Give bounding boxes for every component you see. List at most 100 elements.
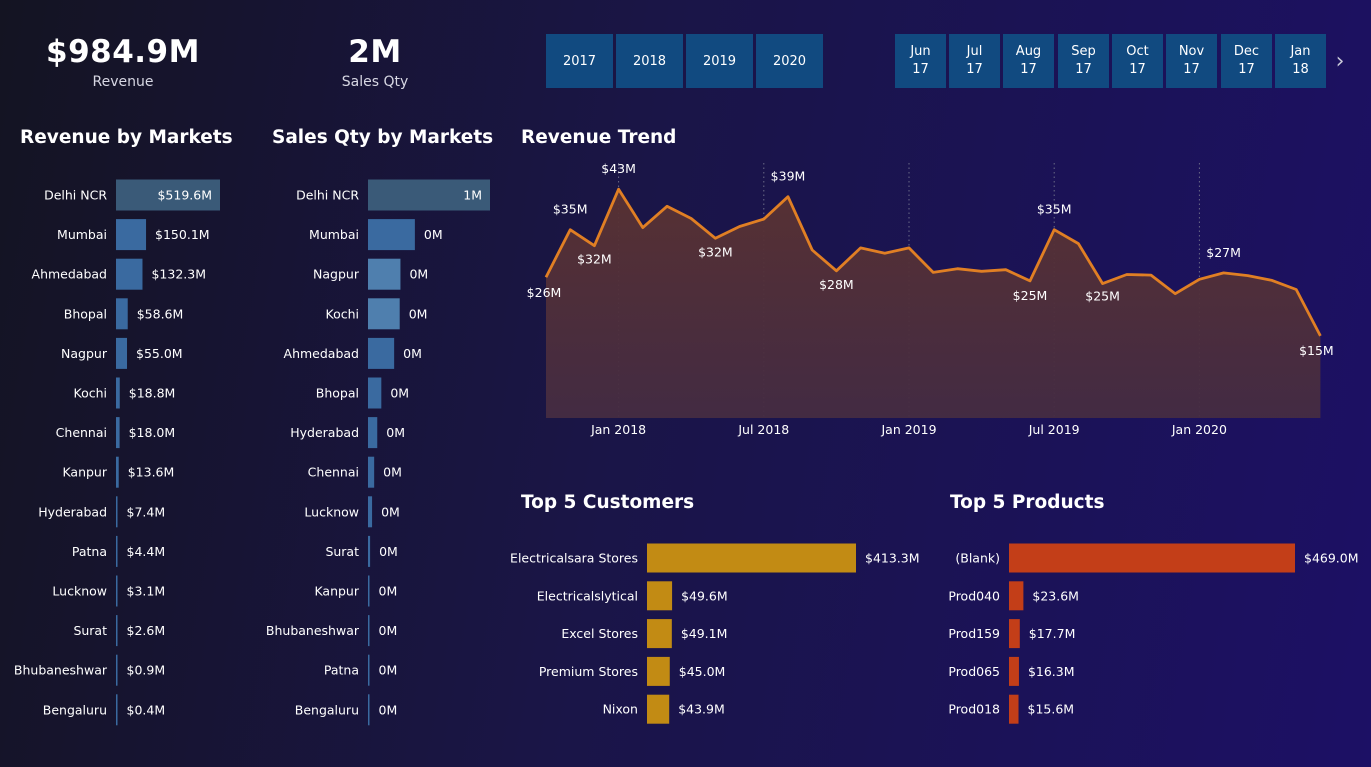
revenue-markets-bar-kochi bbox=[116, 377, 120, 409]
revenue-markets-data-label-patna: $4.4M bbox=[127, 544, 166, 559]
revenue-markets-bar-chennai bbox=[116, 417, 120, 449]
customers-data-label-electricalslytical: $49.6M bbox=[681, 588, 728, 603]
revenue-markets-category-label-kanpur: Kanpur bbox=[62, 465, 107, 480]
trend-data-label-12: $28M bbox=[819, 277, 854, 292]
products-category-label-prod159: Prod159 bbox=[948, 626, 1000, 641]
trend-x-tick-jan-2019: Jan 2019 bbox=[880, 422, 936, 437]
revenue-markets-data-label-bhubaneshwar: $0.9M bbox=[127, 663, 166, 678]
trend-x-tick-jan-2020: Jan 2020 bbox=[1171, 422, 1227, 437]
revenue-markets-data-label-ahmedabad: $132.3M bbox=[151, 267, 206, 282]
revenue-markets-data-label-surat: $2.6M bbox=[127, 623, 166, 638]
revenue-markets-bar-bengaluru bbox=[116, 694, 118, 726]
revenue-markets-bar-surat bbox=[116, 615, 118, 647]
salesqty-markets-category-label-bengaluru: Bengaluru bbox=[295, 702, 359, 717]
revenue-markets-bar-patna bbox=[116, 535, 118, 567]
products-category-label-prod040: Prod040 bbox=[948, 588, 1000, 603]
revenue-markets-bar-ahmedabad bbox=[116, 258, 143, 290]
customers-bar-premium-stores bbox=[647, 656, 670, 686]
charts-canvas: Delhi NCR $519.6M Mumbai $150.1M Ahmedabad $1… bbox=[14, 161, 1359, 726]
products-data-label-prod018: $15.6M bbox=[1028, 702, 1075, 717]
salesqty-markets-bar-bengaluru bbox=[368, 694, 370, 726]
salesqty-markets-data-label-bhopal: 0M bbox=[390, 386, 409, 401]
salesqty-markets-bar-kanpur bbox=[368, 575, 370, 607]
revenue-markets-category-label-chennai: Chennai bbox=[56, 425, 107, 440]
products-data-label-prod065: $16.3M bbox=[1028, 664, 1075, 679]
revenue-markets-category-label-patna: Patna bbox=[72, 544, 107, 559]
trend-data-label-1: $35M bbox=[553, 202, 588, 217]
revenue-markets-category-label-bhopal: Bhopal bbox=[64, 306, 107, 321]
salesqty-markets-category-label-chennai: Chennai bbox=[308, 465, 359, 480]
products-bar-prod018 bbox=[1009, 694, 1019, 724]
customers-bar-excel-stores bbox=[647, 619, 672, 649]
customers-category-label-electricalslytical: Electricalslytical bbox=[537, 588, 638, 603]
revenue-markets-category-label-mumbai: Mumbai bbox=[57, 227, 107, 242]
revenue-markets-category-label-delhi-ncr: Delhi NCR bbox=[44, 188, 107, 203]
products-bar-blank bbox=[1009, 543, 1295, 573]
salesqty-markets-data-label-ahmedabad: 0M bbox=[403, 346, 422, 361]
customers-bar-electricalsara-stores bbox=[647, 543, 856, 573]
trend-data-label-28: $27M bbox=[1206, 245, 1241, 260]
customers-category-label-premium-stores: Premium Stores bbox=[539, 664, 638, 679]
trend-area-fill bbox=[546, 189, 1321, 418]
products-data-label-prod040: $23.6M bbox=[1032, 588, 1079, 603]
salesqty-markets-category-label-surat: Surat bbox=[325, 544, 359, 559]
customers-data-label-nixon: $43.9M bbox=[678, 702, 725, 717]
salesqty-markets-bar-lucknow bbox=[368, 496, 373, 528]
trend-x-tick-jul-2018: Jul 2018 bbox=[737, 422, 789, 437]
revenue-markets-data-label-delhi-ncr: $519.6M bbox=[157, 188, 212, 203]
trend-x-tick-jan-2018: Jan 2018 bbox=[590, 422, 646, 437]
salesqty-markets-bar-mumbai bbox=[368, 219, 415, 251]
customers-data-label-electricalsara-stores: $413.3M bbox=[865, 551, 920, 566]
trend-data-label-2: $32M bbox=[577, 252, 612, 267]
products-category-label-blank: (Blank) bbox=[955, 551, 1000, 566]
salesqty-markets-category-label-bhubaneshwar: Bhubaneshwar bbox=[266, 623, 360, 638]
revenue-markets-category-label-bengaluru: Bengaluru bbox=[43, 702, 107, 717]
revenue-markets-bar-hyderabad bbox=[116, 496, 118, 528]
revenue-markets-bar-bhubaneshwar bbox=[116, 654, 118, 686]
salesqty-markets-bar-kochi bbox=[368, 298, 400, 330]
customers-bar-electricalslytical bbox=[647, 581, 673, 611]
salesqty-markets-data-label-bhubaneshwar: 0M bbox=[379, 623, 398, 638]
salesqty-markets-data-label-surat: 0M bbox=[379, 544, 398, 559]
salesqty-markets-category-label-nagpur: Nagpur bbox=[313, 267, 360, 282]
trend-data-label-20: $25M bbox=[1013, 288, 1048, 303]
salesqty-markets-category-label-ahmedabad: Ahmedabad bbox=[284, 346, 359, 361]
products-bar-prod065 bbox=[1009, 656, 1019, 686]
revenue-markets-category-label-bhubaneshwar: Bhubaneshwar bbox=[14, 663, 108, 678]
revenue-markets-data-label-nagpur: $55.0M bbox=[136, 346, 183, 361]
trend-x-tick-jul-2019: Jul 2019 bbox=[1028, 422, 1080, 437]
salesqty-markets-data-label-kochi: 0M bbox=[409, 306, 428, 321]
products-category-label-prod018: Prod018 bbox=[948, 702, 1000, 717]
trend-data-label-23: $25M bbox=[1085, 289, 1120, 304]
revenue-markets-data-label-lucknow: $3.1M bbox=[127, 584, 166, 599]
revenue-markets-data-label-hyderabad: $7.4M bbox=[127, 504, 166, 519]
salesqty-markets-data-label-lucknow: 0M bbox=[381, 504, 400, 519]
products-data-label-blank: $469.0M bbox=[1304, 551, 1359, 566]
salesqty-markets-data-label-nagpur: 0M bbox=[409, 267, 428, 282]
revenue-markets-data-label-kanpur: $13.6M bbox=[128, 465, 175, 480]
customers-data-label-excel-stores: $49.1M bbox=[681, 626, 728, 641]
salesqty-markets-data-label-bengaluru: 0M bbox=[379, 702, 398, 717]
trend-data-label-10: $39M bbox=[771, 169, 806, 184]
customers-bar-nixon bbox=[647, 694, 670, 724]
revenue-markets-bar-bhopal bbox=[116, 298, 128, 330]
salesqty-markets-bar-bhopal bbox=[368, 377, 382, 409]
salesqty-markets-data-label-mumbai: 0M bbox=[424, 227, 443, 242]
salesqty-markets-category-label-delhi-ncr: Delhi NCR bbox=[296, 188, 359, 203]
trend-data-label-32: $15M bbox=[1299, 343, 1334, 358]
revenue-markets-bar-mumbai bbox=[116, 219, 147, 251]
salesqty-markets-bar-hyderabad bbox=[368, 417, 378, 449]
trend-data-label-7: $32M bbox=[698, 244, 733, 259]
salesqty-markets-category-label-kochi: Kochi bbox=[326, 306, 360, 321]
salesqty-markets-bar-chennai bbox=[368, 456, 375, 488]
revenue-markets-data-label-bengaluru: $0.4M bbox=[127, 702, 166, 717]
revenue-markets-category-label-nagpur: Nagpur bbox=[61, 346, 108, 361]
revenue-markets-bar-lucknow bbox=[116, 575, 118, 607]
salesqty-markets-data-label-delhi-ncr: 1M bbox=[463, 188, 482, 203]
salesqty-markets-bar-nagpur bbox=[368, 258, 401, 290]
revenue-markets-category-label-ahmedabad: Ahmedabad bbox=[32, 267, 107, 282]
salesqty-markets-category-label-hyderabad: Hyderabad bbox=[290, 425, 359, 440]
customers-data-label-premium-stores: $45.0M bbox=[679, 664, 726, 679]
trend-data-label-21: $35M bbox=[1037, 202, 1072, 217]
products-category-label-prod065: Prod065 bbox=[948, 664, 1000, 679]
